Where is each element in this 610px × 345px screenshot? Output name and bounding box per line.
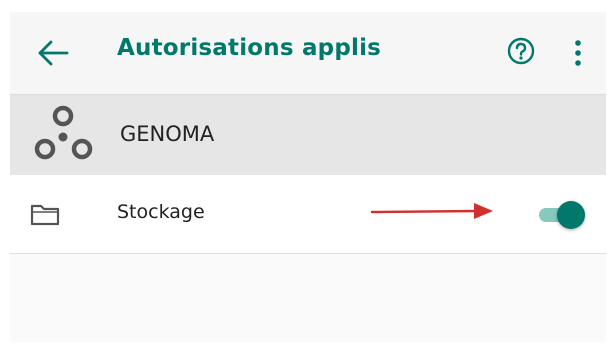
app-name: GENOMA xyxy=(120,122,215,146)
app-bar: Autorisations applis xyxy=(10,12,606,95)
storage-permission-toggle[interactable] xyxy=(535,200,585,230)
help-circle-icon[interactable] xyxy=(506,36,536,66)
permission-row-storage[interactable]: Stockage xyxy=(10,175,606,254)
page-title: Autorisations applis xyxy=(117,35,382,61)
more-vert-icon[interactable] xyxy=(572,38,584,68)
toggle-thumb xyxy=(557,201,585,229)
red-arrow-icon xyxy=(370,203,493,219)
app-permissions-screen: Autorisations applis GENOMA Stockage xyxy=(10,12,606,342)
arrow-left-icon[interactable] xyxy=(36,38,70,68)
app-info-header: GENOMA xyxy=(10,95,606,175)
folder-icon xyxy=(30,204,60,226)
genoma-logo-icon xyxy=(34,105,93,160)
screenshot-frame: Autorisations applis GENOMA Stockage xyxy=(0,0,610,345)
permission-label: Stockage xyxy=(117,201,205,223)
